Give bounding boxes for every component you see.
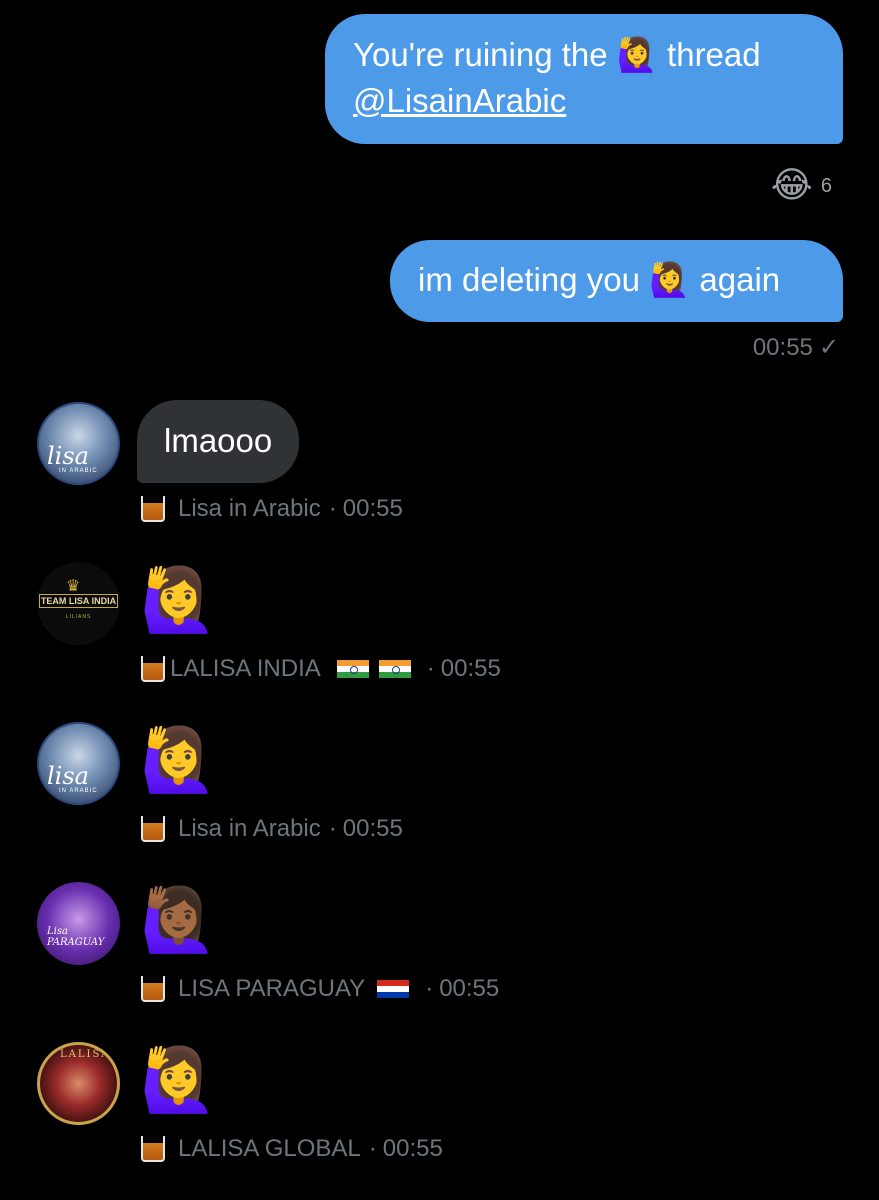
india-flag-icon xyxy=(378,660,411,678)
whiskey-glass-icon xyxy=(140,1134,166,1164)
separator: · xyxy=(368,1135,377,1162)
reaction-count: 6 xyxy=(820,174,832,197)
sender-name[interactable]: LALISA GLOBAL xyxy=(178,1135,361,1163)
avatar-logo-text: lisa xyxy=(47,762,89,790)
raising-hand-emoji[interactable]: 🙋‍♀️ xyxy=(140,565,217,635)
raising-hand-emoji[interactable]: 🙋‍♀️ xyxy=(140,1045,217,1115)
message-text: im deleting you xyxy=(418,261,640,298)
outgoing-message-1[interactable]: You're ruining the 🙋‍♀️ thread @LisainAr… xyxy=(325,14,843,144)
whiskey-glass-icon xyxy=(140,814,166,844)
timestamp: 00:55 xyxy=(440,655,501,682)
message-text: You're ruining the xyxy=(353,36,608,73)
avatar-logo-text: TEAM LISA INDIA xyxy=(39,594,118,608)
avatar-sub-text: LILIANS xyxy=(65,614,92,620)
sender-name[interactable]: Lisa in Arabic xyxy=(178,495,321,523)
sender-meta: LALISA GLOBAL · 00:55 xyxy=(140,1134,443,1164)
separator: · xyxy=(425,975,434,1002)
raising-hand-emoji[interactable]: 🙋🏾‍♀️ xyxy=(140,885,217,955)
separator: · xyxy=(328,495,337,522)
sender-meta: LALISA INDIA · 00:55 xyxy=(140,654,501,684)
message-text: lmaooo xyxy=(164,422,273,459)
message-text: thread xyxy=(667,36,761,73)
avatar-sub-text: IN ARABIC xyxy=(59,468,98,474)
raising-hand-emoji: 🙋‍♀️ xyxy=(649,260,691,299)
timestamp: 00:55 xyxy=(342,495,403,522)
outgoing-message-2[interactable]: im deleting you 🙋‍♀️ again xyxy=(390,240,843,322)
timestamp: 00:55 xyxy=(342,815,403,842)
timestamp: 00:55 xyxy=(382,1135,443,1162)
avatar-lisa-in-arabic[interactable]: lisa IN ARABIC xyxy=(37,722,120,805)
whiskey-glass-icon xyxy=(140,494,166,524)
sender-name[interactable]: LISA PARAGUAY xyxy=(178,975,365,1003)
avatar-logo-text: lisa xyxy=(47,442,89,470)
whiskey-glass-icon xyxy=(140,974,166,1004)
check-icon: ✓ xyxy=(818,334,839,361)
message-status: 00:55 ✓ xyxy=(753,333,839,362)
message-text: again xyxy=(699,261,781,298)
sender-meta: Lisa in Arabic · 00:55 xyxy=(140,494,403,524)
timestamp: 00:55 xyxy=(752,333,813,361)
avatar-lisa-in-arabic[interactable]: lisa IN ARABIC xyxy=(37,402,120,485)
avatar-sub-text: IN ARABIC xyxy=(59,788,98,794)
incoming-message-1[interactable]: lmaooo xyxy=(137,400,300,483)
timestamp: 00:55 xyxy=(439,975,500,1002)
india-flag-icon xyxy=(336,660,369,678)
whiskey-glass-icon xyxy=(140,654,166,684)
avatar-team-lisa-india[interactable]: ♛ TEAM LISA INDIA LILIANS xyxy=(37,562,120,645)
sender-name[interactable]: LALISA INDIA xyxy=(170,655,321,683)
separator: · xyxy=(328,815,337,842)
avatar-lisa-paraguay[interactable]: Lisa PARAGUAY xyxy=(37,882,120,965)
avatar-logo-text: Lisa PARAGUAY xyxy=(47,926,105,948)
tears-of-joy-icon: 😂 xyxy=(770,165,813,206)
raising-hand-emoji[interactable]: 🙋‍♀️ xyxy=(140,725,217,795)
paraguay-flag-icon xyxy=(377,980,410,998)
sender-meta: Lisa in Arabic · 00:55 xyxy=(140,814,403,844)
sender-name[interactable]: Lisa in Arabic xyxy=(178,815,321,843)
separator: · xyxy=(426,655,435,682)
sender-meta: LISA PARAGUAY · 00:55 xyxy=(140,974,499,1004)
avatar-logo-text: LALISA xyxy=(60,1049,111,1060)
reaction-badge[interactable]: 😂 6 xyxy=(771,168,832,204)
crown-icon: ♛ xyxy=(66,578,81,595)
raising-hand-emoji: 🙋‍♀️ xyxy=(616,35,658,74)
mention-link[interactable]: @LisainArabic xyxy=(353,82,566,119)
avatar-lalisa-global[interactable]: LALISA xyxy=(37,1042,120,1125)
